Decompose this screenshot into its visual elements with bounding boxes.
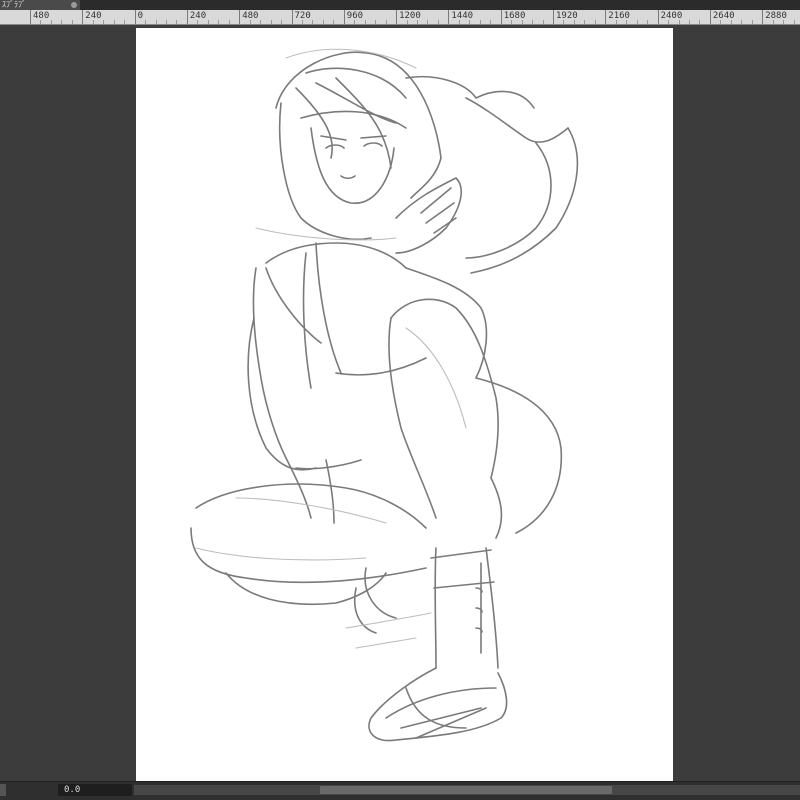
- ruler-minor-tick: [594, 20, 596, 24]
- ruler-minor-tick: [260, 20, 262, 24]
- ruler-minor-tick: [772, 20, 774, 24]
- ruler-minor-tick: [783, 20, 785, 24]
- ruler-minor-tick: [417, 20, 419, 24]
- ruler-minor-tick: [218, 20, 220, 24]
- horizontal-scrollbar-thumb[interactable]: [320, 786, 612, 794]
- ruler-minor-tick: [103, 20, 105, 24]
- rotation-angle-field[interactable]: 0.0: [58, 784, 132, 796]
- ruler-minor-tick: [270, 20, 272, 24]
- ruler-minor-tick: [61, 20, 63, 24]
- ruler-minor-tick: [730, 20, 732, 24]
- ruler-minor-tick: [155, 20, 157, 24]
- ruler-minor-tick: [406, 20, 408, 24]
- ruler-minor-tick: [207, 20, 209, 24]
- ruler-minor-tick: [741, 20, 743, 24]
- ruler-minor-tick: [469, 20, 471, 24]
- ruler-minor-tick: [479, 20, 481, 24]
- ruler-minor-tick: [699, 20, 701, 24]
- ruler-minor-tick: [375, 20, 377, 24]
- ruler-minor-tick: [573, 20, 575, 24]
- zoom-indicator[interactable]: [0, 784, 6, 796]
- ruler-minor-tick: [511, 20, 513, 24]
- ruler-minor-tick: [521, 20, 523, 24]
- ruler-minor-tick: [668, 20, 670, 24]
- ruler-minor-tick: [113, 20, 115, 24]
- ruler-tick-label: 0: [134, 10, 143, 24]
- ruler-minor-tick: [50, 20, 52, 24]
- ruler-minor-tick: [40, 20, 42, 24]
- ruler-minor-tick: [124, 20, 126, 24]
- document-tab-bar: ｽﾌﾞﾗﾌﾞ: [0, 0, 800, 10]
- ruler-minor-tick: [427, 20, 429, 24]
- ruler-minor-tick: [354, 20, 356, 24]
- document-tab[interactable]: ｽﾌﾞﾗﾌﾞ: [0, 0, 80, 10]
- ruler-minor-tick: [145, 20, 147, 24]
- ruler-minor-tick: [312, 20, 314, 24]
- ruler-minor-tick: [71, 20, 73, 24]
- ruler-minor-tick: [751, 20, 753, 24]
- ruler-minor-tick: [615, 20, 617, 24]
- ruler-minor-tick: [176, 20, 178, 24]
- ruler-minor-tick: [626, 20, 628, 24]
- ruler-minor-tick: [364, 20, 366, 24]
- ruler-minor-tick: [678, 20, 680, 24]
- drawing-canvas[interactable]: [136, 28, 673, 781]
- ruler-minor-tick: [92, 20, 94, 24]
- canvas-area[interactable]: [0, 25, 800, 781]
- ruler-minor-tick: [793, 20, 795, 24]
- document-tab-title: ｽﾌﾞﾗﾌﾞ: [2, 0, 26, 9]
- horizontal-ruler: 480 240 0 240 480 720 960 1200 1440 1680 1920 2160 2…: [0, 10, 800, 25]
- ruler-minor-tick: [333, 20, 335, 24]
- ruler-minor-tick: [301, 20, 303, 24]
- ruler-minor-tick: [647, 20, 649, 24]
- ruler-minor-tick: [385, 20, 387, 24]
- ruler-minor-tick: [584, 20, 586, 24]
- ruler-minor-tick: [437, 20, 439, 24]
- ruler-minor-tick: [688, 20, 690, 24]
- close-tab-icon[interactable]: [71, 2, 77, 8]
- ruler-minor-tick: [165, 20, 167, 24]
- ruler-minor-tick: [532, 20, 534, 24]
- ruler-minor-tick: [563, 20, 565, 24]
- ruler-minor-tick: [322, 20, 324, 24]
- ruler-minor-tick: [197, 20, 199, 24]
- ruler-minor-tick: [458, 20, 460, 24]
- ruler-minor-tick: [636, 20, 638, 24]
- ruler-minor-tick: [228, 20, 230, 24]
- ruler-minor-tick: [490, 20, 492, 24]
- ruler-minor-tick: [720, 20, 722, 24]
- ruler-minor-tick: [281, 20, 283, 24]
- horizontal-scrollbar[interactable]: [134, 785, 800, 795]
- ruler-minor-tick: [249, 20, 251, 24]
- sketch-artwork: [190, 48, 579, 742]
- status-bar: 0.0: [0, 781, 800, 800]
- ruler-minor-tick: [542, 20, 544, 24]
